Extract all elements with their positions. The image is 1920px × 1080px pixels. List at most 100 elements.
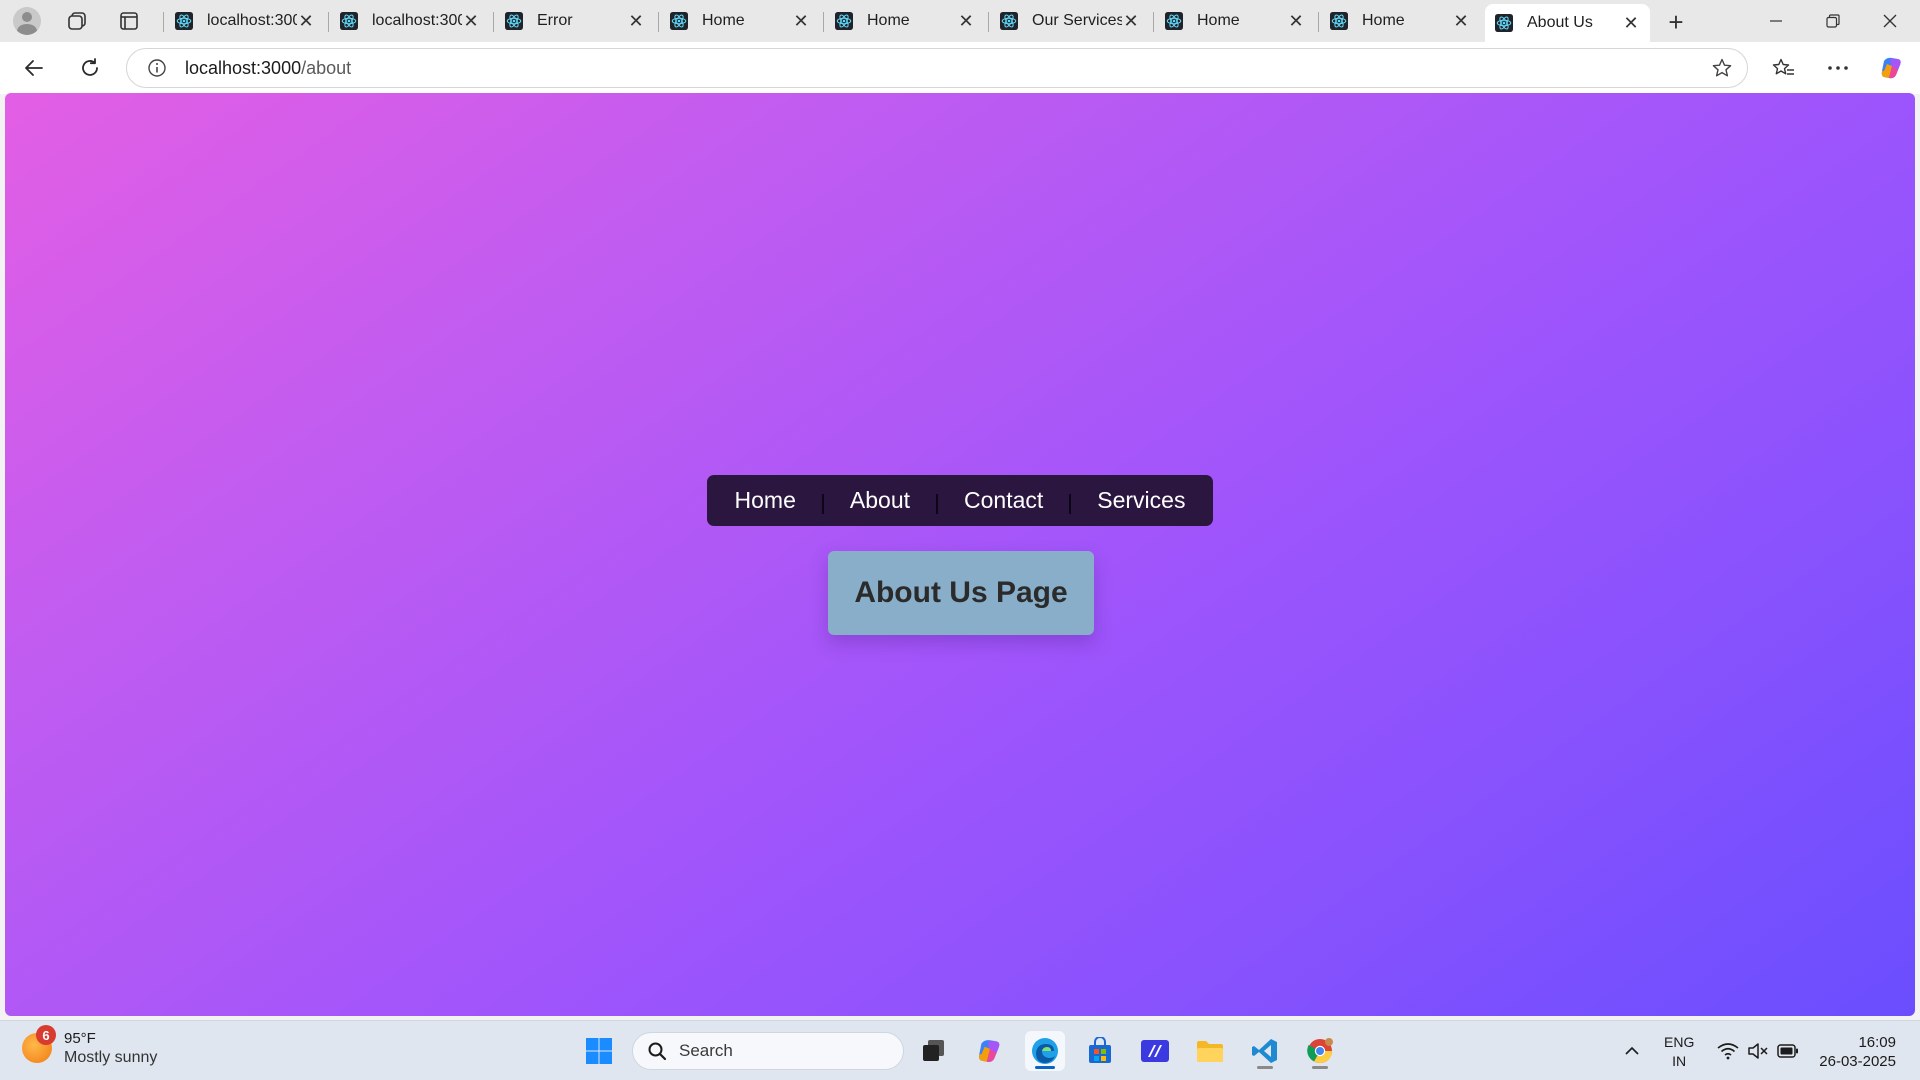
show-hidden-icons-button[interactable] [1620,1031,1644,1071]
close-window-button[interactable] [1862,0,1918,42]
clock-date: 26-03-2025 [1819,1053,1896,1070]
back-button[interactable] [18,52,50,84]
battery-icon [1777,1044,1798,1058]
workspaces-button[interactable] [56,0,98,42]
tab-title: Our Services [1032,12,1122,29]
nav-link-services[interactable]: Services [1071,487,1211,514]
settings-more-button[interactable] [1822,52,1854,84]
refresh-icon [82,58,98,76]
file-explorer-app[interactable] [1190,1031,1230,1071]
react-favicon-icon [1330,12,1348,30]
react-favicon-icon [1000,12,1018,30]
favorites-icon [1772,58,1794,75]
tab-close-icon[interactable]: ✕ [1122,11,1140,32]
new-tab-button[interactable]: + [1660,6,1692,38]
react-favicon-icon [670,12,688,30]
browser-tab[interactable]: Home ✕ [1320,4,1480,38]
react-favicon-icon [505,12,523,30]
windows-logo-icon [586,1038,612,1064]
language-indicator[interactable]: ENG IN [1664,1033,1694,1071]
edge-app[interactable] [1025,1031,1065,1071]
profile-avatar-icon [13,7,41,35]
tab-actions-icon [120,12,138,30]
site-info-button[interactable] [135,58,179,78]
store-app[interactable] [1080,1031,1120,1071]
tab-close-icon[interactable]: ✕ [297,11,315,32]
react-favicon-icon [175,12,193,30]
browser-tab[interactable]: Home ✕ [825,4,985,38]
favorites-button[interactable] [1768,52,1800,84]
browser-tab[interactable]: Home ✕ [1155,4,1315,38]
nav-link-home[interactable]: Home [709,487,822,514]
plus-icon: + [1668,6,1684,37]
copilot-icon [979,1040,1000,1062]
tab-divider [1318,12,1319,32]
folder-icon [1197,1041,1223,1062]
running-app-indicator [1257,1066,1273,1069]
favorite-button[interactable] [1711,57,1733,84]
copilot-button[interactable] [1876,52,1908,84]
vscode-app[interactable] [1245,1031,1285,1071]
edge-browser-icon [1032,1038,1058,1064]
tab-title: Home [1362,12,1405,29]
tab-close-icon[interactable]: ✕ [627,11,645,32]
tab-close-icon[interactable]: ✕ [957,11,975,32]
star-icon [1712,58,1732,77]
browser-tab[interactable]: localhost:3000 ✕ [165,4,325,38]
minimize-icon [1770,20,1782,22]
volume-muted-icon [1748,1043,1768,1059]
tab-divider [658,12,659,32]
profile-button[interactable] [6,0,48,42]
tab-close-icon[interactable]: ✕ [1287,11,1305,32]
active-app-indicator [1035,1066,1055,1069]
search-label: Search [679,1041,733,1060]
tab-divider [823,12,824,32]
store-icon [1089,1037,1111,1063]
vertical-tabs-button[interactable] [108,0,150,42]
browser-tab-active[interactable]: About Us ✕ [1485,4,1650,42]
browser-tab[interactable]: Error ✕ [495,4,655,38]
tab-close-icon[interactable]: ✕ [792,11,810,32]
weather-description: Mostly sunny [64,1049,158,1066]
wifi-icon [1717,1043,1739,1060]
tab-close-icon[interactable]: ✕ [462,11,480,32]
vscode-icon [1252,1039,1277,1063]
battery-status[interactable] [1774,1031,1802,1071]
browser-tab[interactable]: localhost:3000 ✕ [330,4,490,38]
system-clock[interactable]: 16:09 26-03-2025 [1810,1033,1896,1071]
taskbar-search[interactable]: Search [632,1032,904,1070]
task-view-icon [923,1040,944,1061]
copilot-app[interactable] [970,1031,1010,1071]
refresh-button[interactable] [74,52,106,84]
tab-title: localhost:3000 [207,12,297,29]
url-host: localhost:3000 [185,57,302,78]
tab-close-icon[interactable]: ✕ [1452,11,1470,32]
start-button[interactable] [579,1031,619,1071]
automate-icon [1141,1040,1169,1062]
address-bar[interactable]: localhost:3000/about [126,48,1748,88]
back-arrow-icon [25,60,43,76]
minimize-button[interactable] [1748,0,1804,42]
tab-title: Home [867,12,910,29]
site-navbar: Home About Contact Services [707,475,1213,526]
nav-link-contact[interactable]: Contact [938,487,1069,514]
page-heading-box: About Us Page [828,551,1094,635]
url-path: /about [301,57,352,78]
browser-tab[interactable]: Home ✕ [660,4,820,38]
chrome-app[interactable] [1300,1031,1340,1071]
nav-link-about[interactable]: About [824,487,936,514]
more-dots-icon [1828,66,1848,70]
restore-button[interactable] [1805,0,1861,42]
running-app-indicator [1312,1066,1328,1069]
tab-close-icon[interactable]: ✕ [1622,13,1640,34]
power-automate-app[interactable] [1135,1031,1175,1071]
react-favicon-icon [1165,12,1183,30]
react-favicon-icon [835,12,853,30]
wifi-status[interactable] [1714,1031,1742,1071]
task-view-button[interactable] [914,1031,954,1071]
weather-widget[interactable]: 6 95°F Mostly sunny [22,1025,158,1067]
browser-tab[interactable]: Our Services ✕ [990,4,1150,38]
react-favicon-icon [1495,14,1513,32]
tab-title: Home [702,12,745,29]
volume-status[interactable] [1744,1031,1772,1071]
